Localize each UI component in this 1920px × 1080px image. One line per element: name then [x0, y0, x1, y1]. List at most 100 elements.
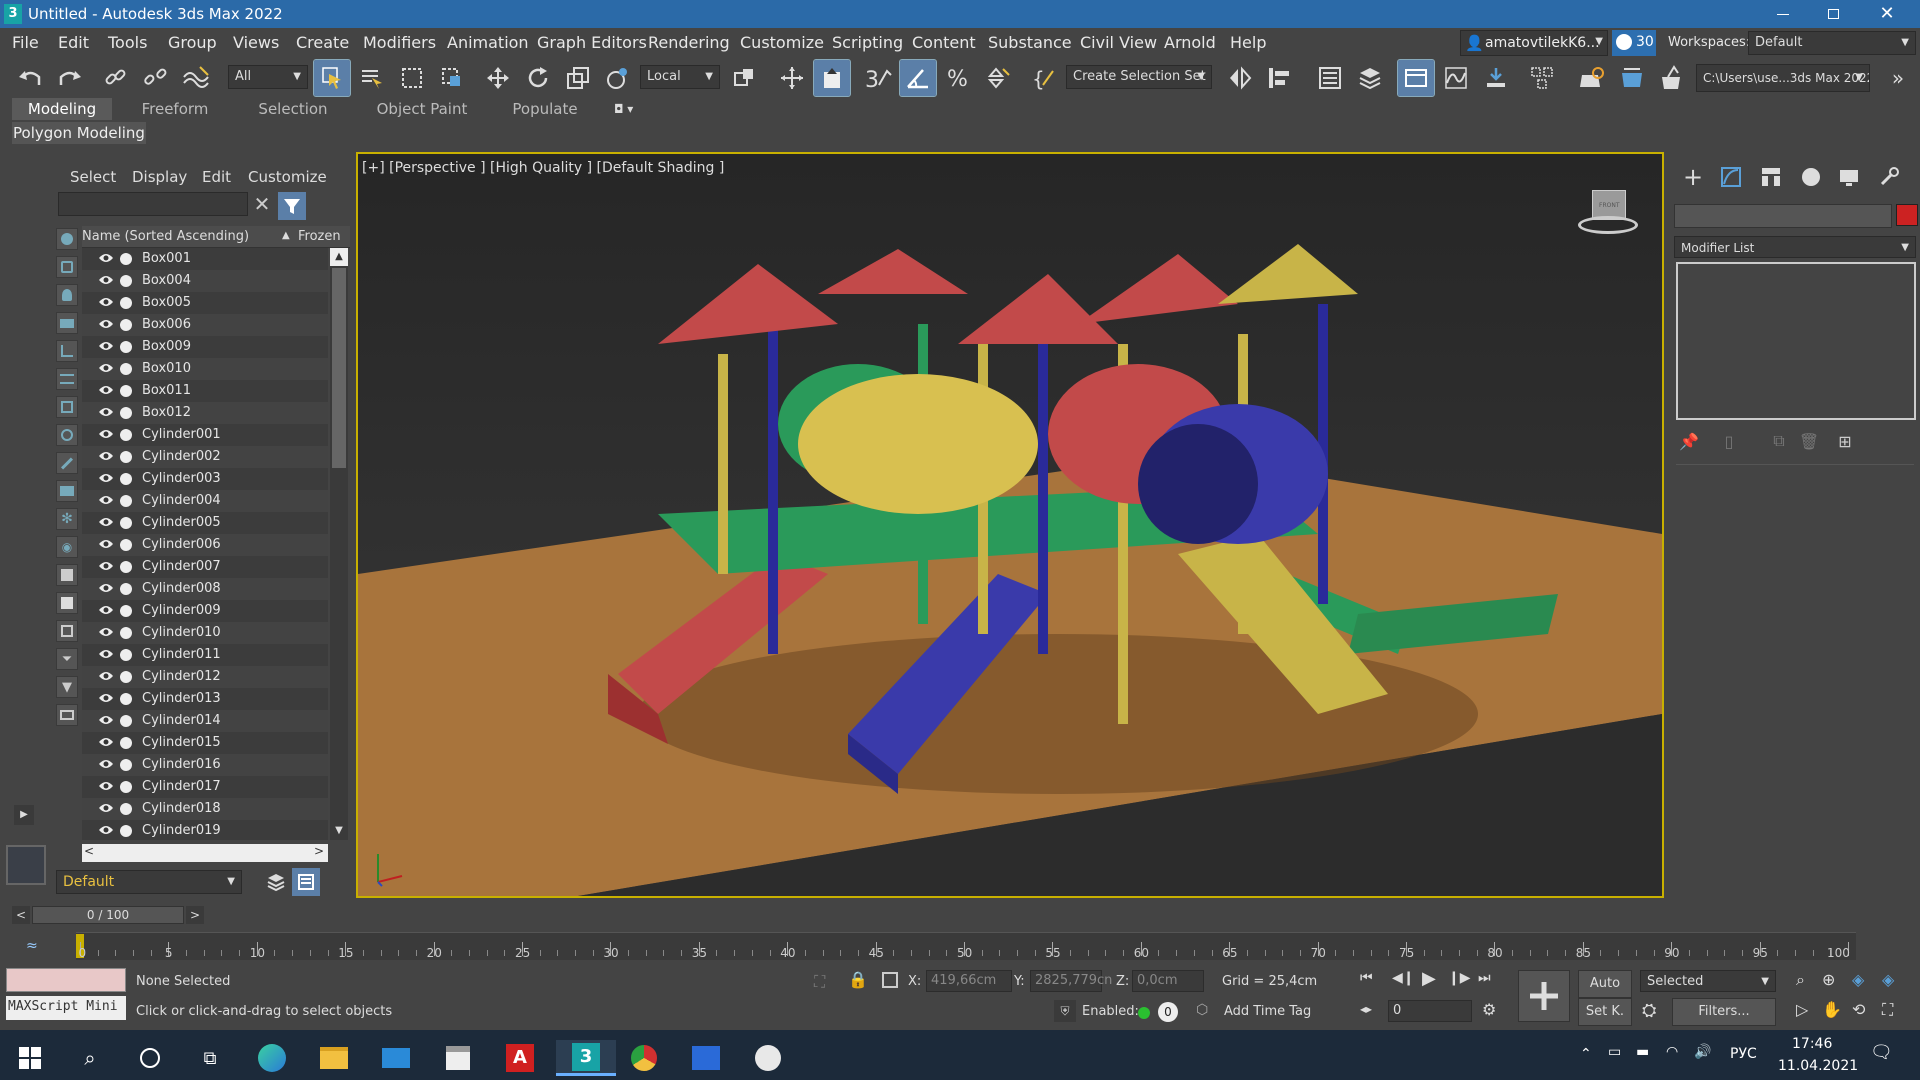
scene-explorer-toggle-icon[interactable]	[1312, 60, 1348, 96]
menu-views[interactable]: Views	[233, 28, 279, 58]
user-account-button[interactable]: 👤 amatovtilekK6... ▼	[1460, 30, 1608, 56]
display-groups-icon[interactable]	[56, 396, 78, 418]
eye-icon[interactable]	[98, 450, 114, 462]
render-dot-icon[interactable]	[120, 363, 132, 375]
create-tab-icon[interactable]: +	[1678, 162, 1708, 192]
list-item[interactable]: Cylinder012	[82, 666, 328, 688]
list-item[interactable]: Cylinder004	[82, 490, 328, 512]
input-language[interactable]: РУС	[1730, 1046, 1757, 1062]
scroll-right-icon[interactable]: >	[314, 844, 324, 858]
current-frame-field[interactable]: 0	[1388, 1000, 1472, 1022]
render-dot-icon[interactable]	[120, 825, 132, 837]
clock-date[interactable]: 11.04.2021	[1778, 1058, 1858, 1074]
list-item[interactable]: Cylinder013	[82, 688, 328, 710]
render-dot-icon[interactable]	[120, 407, 132, 419]
list-item[interactable]: Box004	[82, 270, 328, 292]
hierarchy-tab-icon[interactable]	[1756, 162, 1786, 192]
column-name-header[interactable]: Name (Sorted Ascending)	[82, 229, 249, 244]
list-item[interactable]: Box009	[82, 336, 328, 358]
render-dot-icon[interactable]	[120, 561, 132, 573]
clear-search-icon[interactable]: ✕	[250, 192, 274, 216]
chrome-icon[interactable]	[622, 1040, 666, 1076]
render-dot-icon[interactable]	[120, 605, 132, 617]
list-item[interactable]: Cylinder010	[82, 622, 328, 644]
paint-icon[interactable]	[746, 1040, 790, 1076]
select-manipulate-icon[interactable]	[774, 60, 810, 96]
list-item[interactable]: Cylinder008	[82, 578, 328, 600]
render-dot-icon[interactable]	[120, 715, 132, 727]
render-dot-icon[interactable]	[120, 539, 132, 551]
scale-icon[interactable]	[560, 60, 596, 96]
filters-button[interactable]: Filters...	[1672, 998, 1776, 1026]
battery-icon[interactable]: ▬	[1636, 1044, 1649, 1060]
list-item[interactable]: Cylinder006	[82, 534, 328, 556]
go-to-end-icon[interactable]: ⏭	[1478, 970, 1491, 986]
start-button-icon[interactable]	[8, 1040, 52, 1076]
display-shapes-icon[interactable]	[56, 256, 78, 278]
find-icon[interactable]	[56, 704, 78, 726]
maxscript-mini-field[interactable]: MAXScript Mini	[6, 996, 126, 1020]
zoom-icon[interactable]: ⌕	[1796, 970, 1805, 990]
se-menu-display[interactable]: Display	[132, 168, 187, 186]
eye-icon[interactable]	[98, 714, 114, 726]
display-cameras-icon[interactable]	[56, 312, 78, 334]
object-color-swatch[interactable]	[1896, 204, 1918, 226]
project-folder-dropdown[interactable]: C:\Users\use...3ds Max 2022 ▼	[1696, 64, 1870, 92]
rendered-frame-window-icon[interactable]	[1614, 60, 1650, 96]
render-dot-icon[interactable]	[120, 341, 132, 353]
display-frozen-icon[interactable]: ✻	[56, 508, 78, 530]
eye-icon[interactable]	[98, 428, 114, 440]
list-item[interactable]: Box012	[82, 402, 328, 424]
maximize-viewport-icon[interactable]: ⛶	[1882, 1000, 1893, 1020]
menu-customize[interactable]: Customize	[740, 28, 824, 58]
eye-icon[interactable]	[98, 802, 114, 814]
tab-populate[interactable]: Populate	[490, 98, 600, 120]
workspace-dropdown[interactable]: Default ▼	[1748, 31, 1916, 55]
render-dot-icon[interactable]	[120, 583, 132, 595]
render-dot-icon[interactable]	[120, 297, 132, 309]
viewport-label[interactable]: [+] [Perspective ] [High Quality ] [Defa…	[362, 160, 724, 176]
schematic-view-icon[interactable]	[1478, 60, 1514, 96]
eye-icon[interactable]	[98, 648, 114, 660]
layer-explorer-icon[interactable]	[1352, 60, 1388, 96]
expand-layout-icon[interactable]: ▶	[14, 805, 34, 825]
render-production-icon[interactable]	[1654, 60, 1690, 96]
render-dot-icon[interactable]	[120, 495, 132, 507]
eye-icon[interactable]	[98, 472, 114, 484]
menu-file[interactable]: File	[12, 28, 39, 58]
menu-arnold[interactable]: Arnold	[1164, 28, 1216, 58]
edge-browser-icon[interactable]	[250, 1040, 294, 1076]
eye-icon[interactable]	[98, 560, 114, 572]
toolbar-overflow-icon[interactable]: »	[1880, 60, 1916, 96]
render-dot-icon[interactable]	[120, 737, 132, 749]
scroll-up-icon[interactable]: ▲	[330, 248, 348, 266]
render-dot-icon[interactable]	[120, 781, 132, 793]
list-item[interactable]: Cylinder005	[82, 512, 328, 534]
photos-icon[interactable]	[684, 1040, 728, 1076]
align-icon[interactable]	[1262, 60, 1298, 96]
scroll-thumb[interactable]	[332, 268, 346, 468]
menu-rendering[interactable]: Rendering	[648, 28, 730, 58]
scene-explorer-button-icon[interactable]	[292, 868, 320, 896]
menu-civil-view[interactable]: Civil View	[1080, 28, 1157, 58]
polygon-modeling-panel[interactable]: Polygon Modeling	[12, 122, 146, 144]
eye-icon[interactable]	[98, 538, 114, 550]
list-item[interactable]: Cylinder003	[82, 468, 328, 490]
rect-selection-icon[interactable]	[394, 60, 430, 96]
set-key-button[interactable]: Set K.	[1578, 998, 1632, 1026]
set-key-big-icon[interactable]	[1518, 970, 1570, 1022]
toggle-ribbon-icon[interactable]	[1397, 59, 1435, 97]
configure-modifier-sets-icon[interactable]: ⊞	[1830, 426, 1860, 456]
eye-icon[interactable]	[98, 758, 114, 770]
menu-tools[interactable]: Tools	[108, 28, 147, 58]
select-object-icon[interactable]	[313, 59, 351, 97]
render-dot-icon[interactable]	[120, 253, 132, 265]
perspective-viewport[interactable]: [+] [Perspective ] [High Quality ] [Defa…	[356, 152, 1664, 898]
eye-icon[interactable]	[98, 582, 114, 594]
list-item[interactable]: Cylinder007	[82, 556, 328, 578]
eye-icon[interactable]	[98, 384, 114, 396]
tab-object-paint[interactable]: Object Paint	[372, 98, 472, 120]
pin-stack-icon[interactable]: 📌	[1674, 426, 1704, 456]
material-editor-icon[interactable]	[1524, 60, 1560, 96]
display-filter-icon[interactable]: ⏷	[56, 648, 78, 670]
